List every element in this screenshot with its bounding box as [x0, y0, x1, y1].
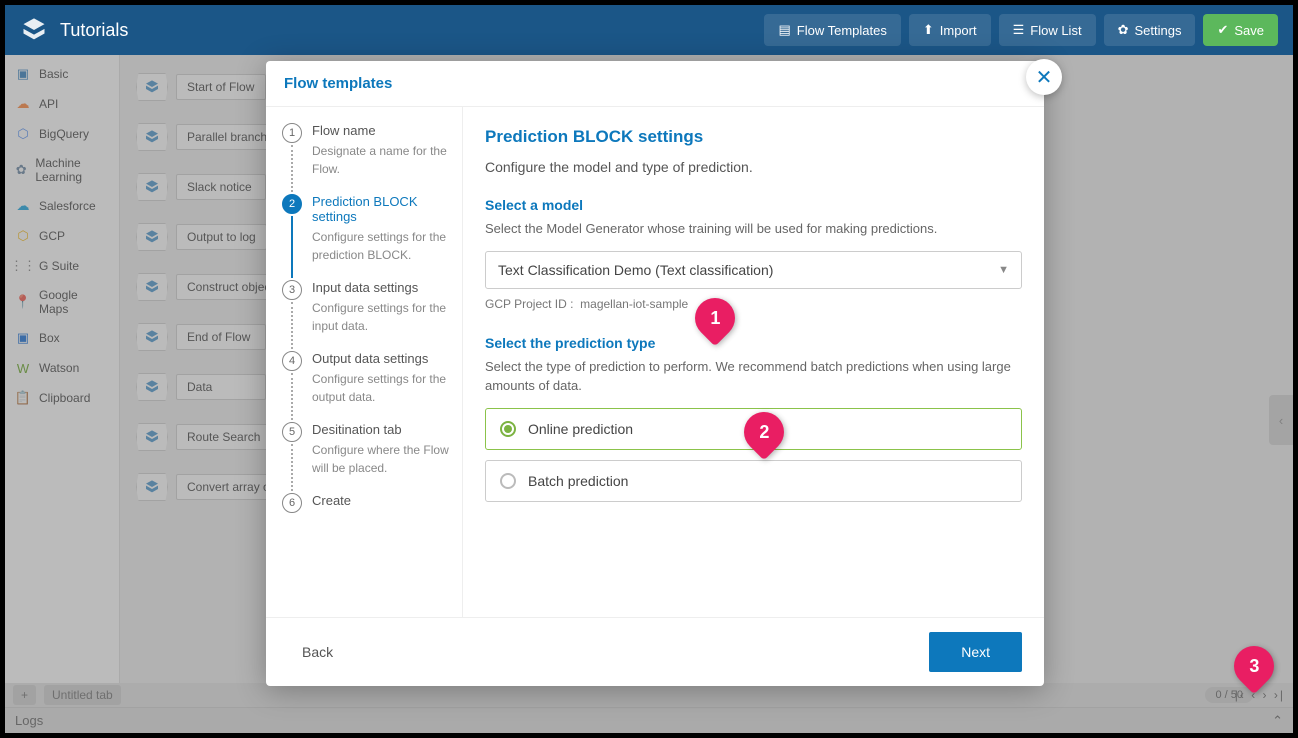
upload-icon: ⬆ — [923, 22, 934, 38]
model-select-value: Text Classification Demo (Text classific… — [498, 262, 773, 278]
select-model-desc: Select the Model Generator whose trainin… — [485, 219, 1022, 239]
step-desc: Configure where the Flow will be placed. — [312, 441, 449, 477]
annotation-callout-2: 2 — [744, 412, 784, 460]
content-heading: Prediction BLOCK settings — [485, 127, 1022, 147]
step-number: 2 — [282, 194, 302, 214]
step-desc: Configure settings for the prediction BL… — [312, 228, 449, 264]
chevron-down-icon: ▼ — [998, 264, 1009, 276]
option-label: Online prediction — [528, 421, 633, 437]
content-subtext: Configure the model and type of predicti… — [485, 159, 1022, 175]
step-number: 6 — [282, 493, 302, 513]
step-number: 1 — [282, 123, 302, 143]
gcp-project-id: GCP Project ID : magellan-iot-sample — [485, 297, 1022, 311]
model-select[interactable]: Text Classification Demo (Text classific… — [485, 251, 1022, 289]
import-button[interactable]: ⬆Import — [909, 14, 991, 46]
save-button[interactable]: ✔Save — [1203, 14, 1278, 46]
back-button[interactable]: Back — [288, 634, 347, 670]
flow-templates-button[interactable]: ▤Flow Templates — [764, 14, 900, 46]
step-title: Desitination tab — [312, 422, 449, 437]
wizard-content: Prediction BLOCK settings Configure the … — [462, 107, 1044, 617]
flow-list-button[interactable]: ☰Flow List — [999, 14, 1096, 46]
wizard-step-5[interactable]: 5 Desitination tab Configure where the Flo… — [282, 422, 449, 493]
list-icon: ▤ — [778, 22, 790, 38]
step-desc: Configure settings for the output data. — [312, 370, 449, 406]
list-icon: ☰ — [1013, 22, 1025, 38]
step-number: 3 — [282, 280, 302, 300]
modal-body: 1 Flow name Designate a name for the Flow.… — [266, 107, 1044, 617]
step-title: Flow name — [312, 123, 449, 138]
step-title: Create — [312, 493, 449, 508]
wizard-step-2[interactable]: 2 Prediction BLOCK settings Configure sett… — [282, 194, 449, 280]
wizard-step-6[interactable]: 6 Create — [282, 493, 449, 528]
wizard-step-4[interactable]: 4 Output data settings Configure settings … — [282, 351, 449, 422]
next-button[interactable]: Next — [929, 632, 1022, 672]
step-title: Prediction BLOCK settings — [312, 194, 449, 224]
step-title: Input data settings — [312, 280, 449, 295]
wizard-step-3[interactable]: 3 Input data settings Configure settings f… — [282, 280, 449, 351]
annotation-callout-1: 1 — [695, 298, 735, 346]
option-label: Batch prediction — [528, 473, 628, 489]
select-model-label: Select a model — [485, 197, 1022, 213]
prediction-type-desc: Select the type of prediction to perform… — [485, 357, 1022, 396]
step-number: 5 — [282, 422, 302, 442]
modal-header: Flow templates — [266, 61, 1044, 107]
modal-title: Flow templates — [284, 75, 1026, 92]
logo-icon — [20, 16, 48, 44]
radio-icon — [500, 421, 516, 437]
wizard-step-1[interactable]: 1 Flow name Designate a name for the Flow. — [282, 123, 449, 194]
radio-icon — [500, 473, 516, 489]
step-desc: Designate a name for the Flow. — [312, 142, 449, 178]
settings-button[interactable]: ✿Settings — [1104, 14, 1196, 46]
check-icon: ✔ — [1217, 22, 1228, 38]
close-icon: ✕ — [1036, 65, 1053, 90]
flow-templates-modal: ✕ Flow templates 1Flow nameDesignate a n… — [266, 61, 1044, 686]
modal-footer: Back Next — [266, 617, 1044, 686]
page-title: Tutorials — [60, 20, 752, 41]
app-frame: Tutorials ▤Flow Templates ⬆Import ☰Flow … — [5, 5, 1293, 733]
close-button[interactable]: ✕ — [1026, 59, 1062, 95]
gear-icon: ✿ — [1118, 22, 1129, 38]
step-number: 4 — [282, 351, 302, 371]
app-header: Tutorials ▤Flow Templates ⬆Import ☰Flow … — [5, 5, 1293, 55]
annotation-callout-3: 3 — [1234, 646, 1274, 694]
step-desc: Configure settings for the input data. — [312, 299, 449, 335]
header-buttons: ▤Flow Templates ⬆Import ☰Flow List ✿Sett… — [764, 14, 1278, 46]
wizard-steps: 1 Flow name Designate a name for the Flow.… — [266, 107, 462, 617]
step-title: Output data settings — [312, 351, 449, 366]
prediction-type-label: Select the prediction type — [485, 335, 1022, 351]
option-batch-prediction[interactable]: Batch prediction — [485, 460, 1022, 502]
